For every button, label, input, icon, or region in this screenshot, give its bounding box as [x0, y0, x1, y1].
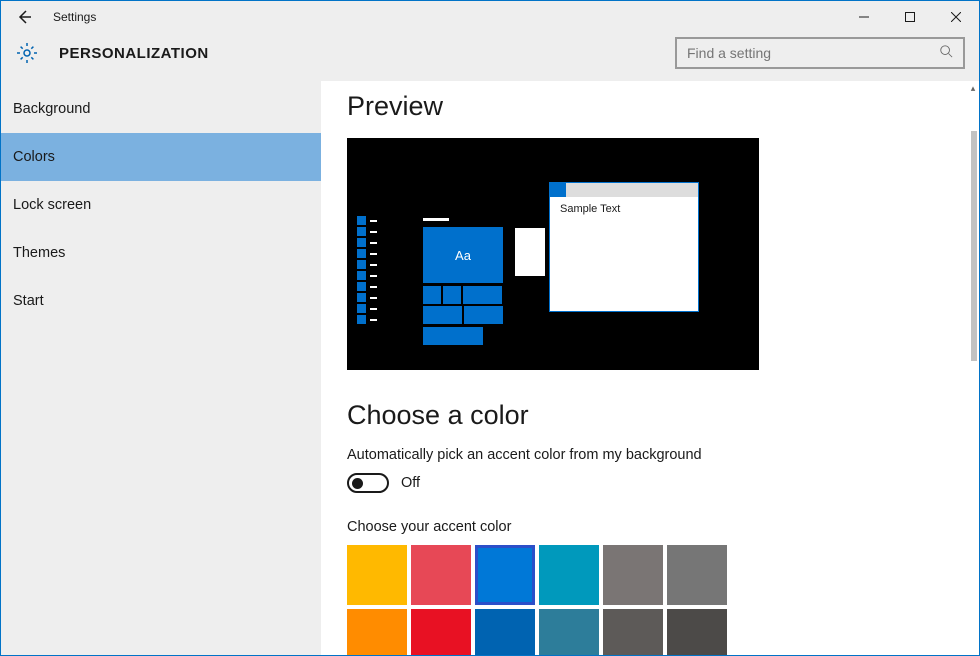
sidebar-item-background[interactable]: Background — [1, 85, 321, 133]
accent-swatch[interactable] — [667, 545, 727, 605]
category-heading: PERSONALIZATION — [59, 45, 209, 62]
accent-swatch[interactable] — [475, 545, 535, 605]
auto-pick-toggle-row: Off — [347, 473, 979, 493]
minimize-button[interactable] — [841, 1, 887, 33]
back-button[interactable] — [1, 1, 47, 33]
accent-swatch[interactable] — [475, 609, 535, 655]
accent-swatch-grid — [347, 545, 747, 655]
sidebar-item-label: Lock screen — [13, 197, 91, 213]
titlebar: Settings — [1, 1, 979, 33]
search-icon — [939, 44, 953, 63]
accent-color-label: Choose your accent color — [347, 519, 979, 535]
preview-taskbar — [357, 216, 377, 326]
window-title: Settings — [47, 10, 96, 24]
auto-pick-state: Off — [401, 475, 420, 491]
preview-heading: Preview — [347, 91, 979, 122]
preview-start-tiles: Aa — [423, 218, 503, 345]
gear-icon — [15, 41, 39, 65]
content-pane: Preview — [321, 81, 979, 655]
accent-swatch[interactable] — [539, 545, 599, 605]
sidebar-item-colors[interactable]: Colors — [1, 133, 321, 181]
preview-panel: Aa Sample Text — [347, 138, 759, 370]
sidebar-item-lock-screen[interactable]: Lock screen — [1, 181, 321, 229]
accent-swatch[interactable] — [539, 609, 599, 655]
preview-sample-text: Sample Text — [550, 197, 698, 221]
accent-swatch[interactable] — [603, 545, 663, 605]
sidebar-item-start[interactable]: Start — [1, 277, 321, 325]
close-button[interactable] — [933, 1, 979, 33]
accent-swatch[interactable] — [347, 609, 407, 655]
search-input[interactable] — [687, 45, 939, 61]
auto-pick-label: Automatically pick an accent color from … — [347, 447, 979, 463]
body: Background Colors Lock screen Themes Sta… — [1, 81, 979, 655]
sidebar-item-themes[interactable]: Themes — [1, 229, 321, 277]
scrollbar[interactable]: ▴ — [967, 81, 979, 655]
preview-hero-thumb — [515, 228, 545, 276]
sidebar-item-label: Colors — [13, 149, 55, 165]
accent-swatch[interactable] — [411, 609, 471, 655]
scroll-up-icon[interactable]: ▴ — [967, 81, 979, 95]
auto-pick-toggle[interactable] — [347, 473, 389, 493]
search-box[interactable] — [675, 37, 965, 69]
settings-window: Settings PERSONALIZATION Background Colo… — [0, 0, 980, 656]
preview-big-tile: Aa — [423, 227, 503, 283]
accent-swatch[interactable] — [667, 609, 727, 655]
sidebar-item-label: Themes — [13, 245, 65, 261]
accent-swatch[interactable] — [411, 545, 471, 605]
choose-color-heading: Choose a color — [347, 400, 979, 431]
maximize-button[interactable] — [887, 1, 933, 33]
scroll-thumb[interactable] — [971, 131, 977, 361]
sidebar-item-label: Background — [13, 101, 90, 117]
header: PERSONALIZATION — [1, 33, 979, 81]
preview-sample-window: Sample Text — [549, 182, 699, 312]
sidebar-item-label: Start — [13, 293, 44, 309]
accent-swatch[interactable] — [603, 609, 663, 655]
sidebar: Background Colors Lock screen Themes Sta… — [1, 81, 321, 655]
accent-swatch[interactable] — [347, 545, 407, 605]
